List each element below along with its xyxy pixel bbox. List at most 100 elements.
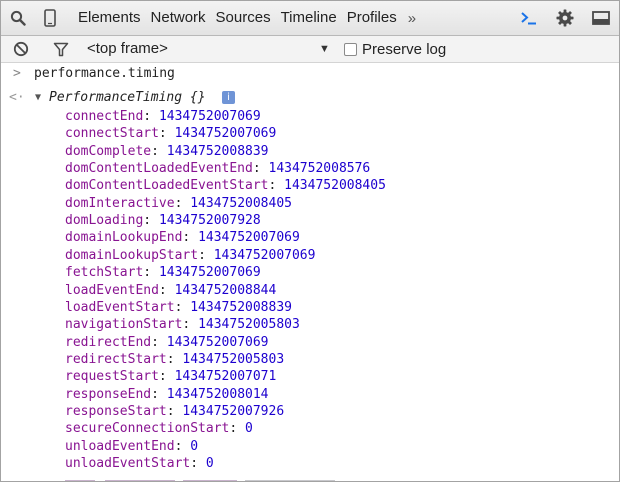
- tab-elements[interactable]: Elements: [73, 1, 146, 35]
- property-row: redirectStart: 1434752005803: [1, 351, 619, 368]
- property-entry[interactable]: unloadEventEnd: 0: [65, 438, 198, 455]
- property-entry[interactable]: requestStart: 1434752007071: [65, 368, 276, 385]
- property-entry[interactable]: domContentLoadedEventStart: 143475200840…: [65, 177, 386, 194]
- property-separator: :: [158, 282, 175, 298]
- property-separator: :: [143, 213, 159, 229]
- dock-icon[interactable]: [583, 1, 619, 35]
- tab-network[interactable]: Network: [146, 1, 211, 35]
- property-key: domainLookupStart: [65, 247, 199, 263]
- property-entry[interactable]: fetchStart: 1434752007069: [65, 264, 261, 281]
- property-separator: :: [174, 195, 191, 211]
- property-separator: :: [158, 126, 175, 142]
- frame-selector[interactable]: <top frame>: [87, 36, 168, 62]
- property-separator: :: [229, 421, 246, 437]
- property-entry[interactable]: domContentLoadedEventEnd: 1434752008576: [65, 160, 370, 177]
- preserve-log-label: Preserve log: [362, 40, 447, 58]
- tab-profiles[interactable]: Profiles: [342, 1, 402, 35]
- info-icon[interactable]: i: [222, 91, 235, 104]
- property-entry[interactable]: unloadEventStart: 0: [65, 455, 214, 472]
- search-icon[interactable]: [1, 1, 35, 35]
- property-entry[interactable]: domainLookupStart: 1434752007069: [65, 247, 315, 264]
- property-key: responseStart: [65, 403, 167, 419]
- property-separator: :: [174, 299, 191, 315]
- property-key: connectEnd: [65, 109, 144, 124]
- tab-sources[interactable]: Sources: [211, 1, 276, 35]
- property-value: 1434752008405: [284, 178, 386, 194]
- property-value: 1434752007928: [158, 213, 261, 229]
- property-separator: :: [158, 369, 175, 385]
- property-row: unloadEventEnd: 0: [1, 438, 619, 455]
- property-value: 1434752007069: [158, 265, 261, 281]
- panel-tabs: Elements Network Sources Timeline Profil…: [73, 1, 422, 35]
- property-separator: :: [151, 386, 167, 402]
- property-separator: :: [151, 334, 167, 350]
- property-value: 1434752008844: [174, 282, 277, 298]
- property-row: connectEnd: 1434752007069: [1, 108, 619, 125]
- property-entry[interactable]: redirectEnd: 1434752007069: [65, 334, 269, 351]
- property-entry[interactable]: loadEventEnd: 1434752008844: [65, 282, 276, 299]
- gear-icon[interactable]: [547, 1, 583, 35]
- property-key: domContentLoadedEventStart: [65, 178, 269, 194]
- device-mode-icon[interactable]: [35, 1, 65, 35]
- property-row: requestStart: 1434752007071: [1, 368, 619, 385]
- property-key: domainLookupEnd: [65, 230, 183, 246]
- property-row: unloadEventStart: 0: [1, 455, 619, 472]
- property-value: 1434752008014: [166, 386, 269, 402]
- chevron-down-icon[interactable]: ▼: [319, 36, 330, 62]
- property-value: 1434752008576: [268, 161, 371, 177]
- property-row: loadEventStart: 1434752008839: [1, 299, 619, 316]
- property-entry[interactable]: domComplete: 1434752008839: [65, 143, 269, 160]
- property-separator: :: [166, 403, 183, 419]
- filter-icon[interactable]: [49, 36, 73, 62]
- preserve-log-checkbox[interactable]: [344, 42, 357, 56]
- clear-console-icon[interactable]: [9, 36, 33, 62]
- property-row: domainLookupStart: 1434752007069: [1, 247, 619, 264]
- property-key: domLoading: [65, 213, 144, 229]
- property-entry[interactable]: responseEnd: 1434752008014: [65, 386, 269, 403]
- tab-timeline[interactable]: Timeline: [276, 1, 342, 35]
- console-output[interactable]: > performance.timing <· ▼ PerformanceTim…: [1, 63, 619, 481]
- property-entry[interactable]: connectEnd: 1434752007069: [65, 108, 261, 125]
- property-entry[interactable]: navigationStart: 1434752005803: [65, 316, 300, 333]
- property-entry[interactable]: domainLookupEnd: 1434752007069: [65, 229, 300, 246]
- property-row: responseEnd: 1434752008014: [1, 386, 619, 403]
- property-key: unloadEventStart: [65, 456, 191, 471]
- preserve-log-toggle[interactable]: Preserve log: [344, 36, 446, 62]
- property-entry[interactable]: domInteractive: 1434752008405: [65, 195, 292, 212]
- property-entry[interactable]: redirectStart: 1434752005803: [65, 351, 284, 368]
- result-object-name[interactable]: PerformanceTiming {}: [49, 89, 206, 106]
- property-separator: :: [151, 143, 167, 159]
- property-row: domContentLoadedEventStart: 143475200840…: [1, 177, 619, 194]
- property-row: domComplete: 1434752008839: [1, 143, 619, 160]
- property-separator: :: [182, 317, 199, 333]
- console-command: performance.timing: [34, 66, 175, 81]
- property-key: domComplete: [65, 143, 152, 159]
- property-separator: :: [166, 351, 183, 367]
- property-entry[interactable]: secureConnectionStart: 0: [65, 420, 253, 437]
- property-entry[interactable]: connectStart: 1434752007069: [65, 125, 276, 142]
- property-key: domInteractive: [65, 195, 175, 211]
- property-key: loadEventEnd: [65, 282, 159, 298]
- property-key: redirectStart: [65, 351, 167, 367]
- result-arrow-icon: <·: [9, 90, 25, 105]
- drawer-console-icon[interactable]: [511, 1, 547, 35]
- property-key: responseEnd: [65, 386, 152, 402]
- property-key: connectStart: [65, 126, 159, 142]
- property-separator: :: [143, 109, 159, 124]
- property-value: 1434752005803: [182, 351, 285, 367]
- property-entry[interactable]: domLoading: 1434752007928: [65, 212, 261, 229]
- expand-triangle-icon[interactable]: ▼: [35, 89, 41, 106]
- property-entry[interactable]: loadEventStart: 1434752008839: [65, 299, 292, 316]
- property-row: responseStart: 1434752007926: [1, 403, 619, 420]
- property-separator: :: [174, 438, 191, 454]
- more-tabs-button[interactable]: »: [402, 10, 422, 27]
- property-entry[interactable]: responseStart: 1434752007926: [65, 403, 284, 420]
- toolbar-right: [511, 1, 619, 35]
- property-value: 1434752008839: [190, 299, 292, 315]
- property-row: redirectEnd: 1434752007069: [1, 334, 619, 351]
- property-row: domContentLoadedEventEnd: 1434752008576: [1, 160, 619, 177]
- property-separator: :: [268, 178, 285, 194]
- property-separator: :: [198, 247, 214, 263]
- property-row: connectStart: 1434752007069: [1, 125, 619, 142]
- property-value: 1434752007926: [182, 403, 285, 419]
